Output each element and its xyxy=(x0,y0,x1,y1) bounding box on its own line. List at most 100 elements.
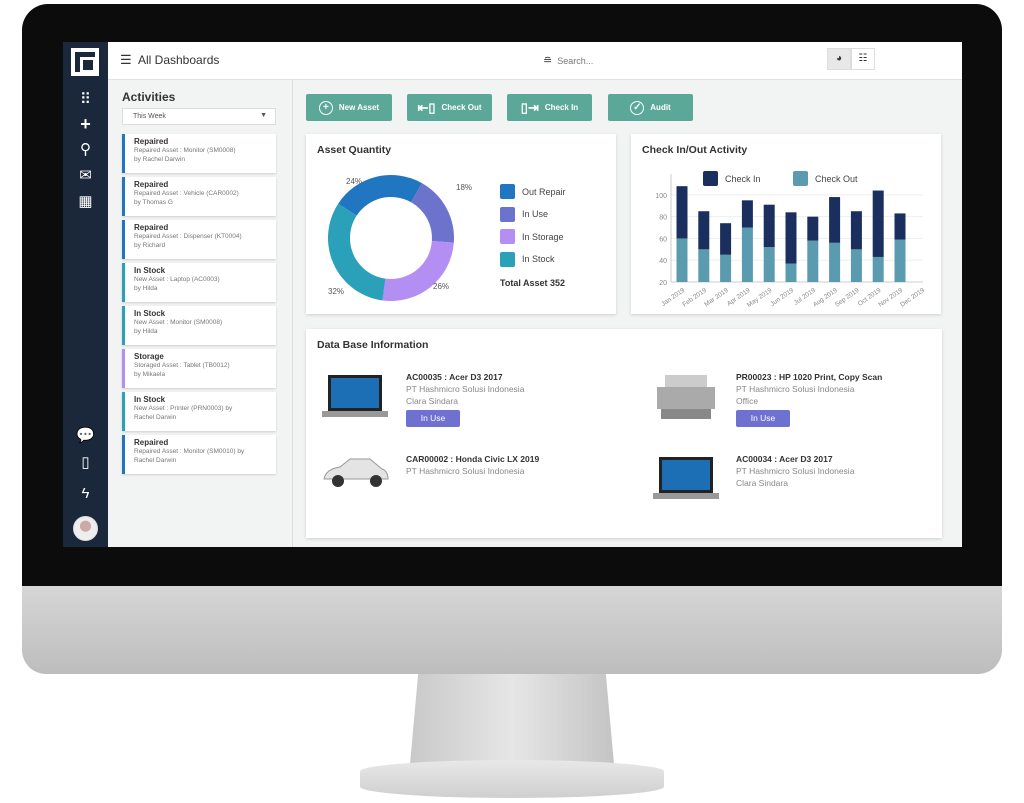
mail-icon[interactable]: ✉ xyxy=(63,166,108,184)
legend-label: Check Out xyxy=(815,174,858,184)
app-logo[interactable] xyxy=(71,48,99,76)
menu-icon[interactable]: ☰ xyxy=(120,52,132,68)
activity-card[interactable]: In Stock New Asset : Printer (PRN0003) by… xyxy=(122,392,276,431)
check-in-button[interactable]: ▯⇥ Check In xyxy=(507,94,592,121)
legend-label: In Storage xyxy=(522,231,564,242)
activity-card[interactable]: In Stock New Asset : Laptop (AC0003) by Hi… xyxy=(122,263,276,302)
asset-thumbnail[interactable] xyxy=(651,373,721,428)
bar-check-out[interactable] xyxy=(676,238,688,282)
audit-button[interactable]: ✓ Audit xyxy=(608,94,693,121)
x-tick-label: Jun 2019 xyxy=(769,287,795,308)
bar-check-out[interactable] xyxy=(807,240,819,282)
bar-check-out[interactable] xyxy=(741,227,753,282)
check-circle-icon: ✓ xyxy=(630,100,645,115)
legend-swatch xyxy=(500,251,515,267)
activity-card[interactable]: Repaired Repaired Asset : Vehicle (CAR000… xyxy=(122,177,276,216)
screen: ⠿ + ⚲ ✉ ▦ 💬 ▯ ϟ ☰ All Dashboards ≘ Searc… xyxy=(63,42,962,547)
bar-check-out[interactable] xyxy=(720,254,732,282)
activity-card[interactable]: Repaired Repaired Asset : Monitor (SM0010… xyxy=(122,435,276,474)
asset-company: PT Hashmicro Solusi Indonesia xyxy=(736,466,855,476)
asset-item[interactable]: AC00034 : Acer D3 2017 PT Hashmicro Solus… xyxy=(736,453,854,489)
activity-user: Rachel Darwin xyxy=(134,457,177,464)
new-asset-button[interactable]: + New Asset xyxy=(306,94,392,121)
legend-swatch xyxy=(793,171,808,186)
activity-card[interactable]: Storage Storaged Asset : Tablet (TB0012) b… xyxy=(122,349,276,388)
bar-check-in[interactable] xyxy=(676,186,688,239)
status-badge: In Use xyxy=(406,410,460,427)
asset-thumbnail[interactable] xyxy=(320,373,390,428)
search-input[interactable]: ≘ Search... xyxy=(543,54,593,67)
chat-icon[interactable]: 💬 xyxy=(63,426,108,444)
activity-card[interactable]: Repaired Repaired Asset : Dispenser (KT00… xyxy=(122,220,276,259)
list-view-button[interactable]: ☷ xyxy=(851,48,875,70)
legend-swatch xyxy=(703,171,718,186)
apps-icon[interactable]: ⠿ xyxy=(63,90,108,108)
asset-item[interactable]: PR00023 : HP 1020 Print, Copy Scan PT Has… xyxy=(736,371,882,427)
activities-panel: Activities This Week ▼ Repaired Repaired A… xyxy=(108,80,292,547)
legend-item: In Storage xyxy=(500,229,564,244)
calendar-icon[interactable]: ▦ xyxy=(63,192,108,210)
activity-detail: New Asset : Monitor (SM0008) xyxy=(134,319,223,326)
page-title: All Dashboards xyxy=(138,53,220,67)
bar-check-out[interactable] xyxy=(872,256,884,282)
period-select[interactable]: This Week ▼ xyxy=(122,108,276,125)
asset-owner: Clara Sindara xyxy=(406,396,458,406)
bar-check-out[interactable] xyxy=(785,263,797,282)
building-icon[interactable]: ▯ xyxy=(63,453,108,471)
legend-swatch xyxy=(500,206,515,222)
asset-item[interactable]: AC00035 : Acer D3 2017 PT Hashmicro Solus… xyxy=(406,371,524,427)
monitor-base xyxy=(360,760,664,798)
search-icon[interactable]: ⚲ xyxy=(63,140,108,158)
activity-card[interactable]: In Stock New Asset : Monitor (SM0008) by H… xyxy=(122,306,276,345)
sidebar: ⠿ + ⚲ ✉ ▦ 💬 ▯ ϟ xyxy=(63,42,108,547)
printer-image xyxy=(657,375,715,419)
x-tick-label: May 2019 xyxy=(746,287,774,309)
bar-check-in[interactable] xyxy=(872,190,884,257)
asset-title: AC00034 : Acer D3 2017 xyxy=(736,454,833,464)
y-tick-label: 60 xyxy=(659,236,667,243)
plus-icon[interactable]: + xyxy=(63,114,108,135)
bar-check-out[interactable] xyxy=(829,242,841,282)
donut-slice-in-stock[interactable] xyxy=(327,203,386,301)
activity-status: In Stock xyxy=(134,395,166,404)
car-image xyxy=(323,458,389,487)
bar-check-in[interactable] xyxy=(698,211,710,250)
check-out-icon: ⇤▯ xyxy=(417,99,436,115)
asset-title: PR00023 : HP 1020 Print, Copy Scan xyxy=(736,372,883,382)
asset-quantity-panel: Asset Quantity 24% 18% 26% 32% Out Repair In… xyxy=(306,134,616,314)
bar-check-in[interactable] xyxy=(807,216,819,241)
bar-check-out[interactable] xyxy=(763,247,775,282)
bar-check-in[interactable] xyxy=(785,212,797,264)
avatar[interactable] xyxy=(73,516,98,541)
total-asset: Total Asset 352 xyxy=(500,278,566,288)
bar-check-in[interactable] xyxy=(720,223,732,255)
donut-slice-in-storage[interactable] xyxy=(382,241,454,301)
y-tick-label: 40 xyxy=(659,258,667,265)
asset-thumbnail[interactable] xyxy=(320,453,390,498)
activity-detail: New Asset : Printer (PRN0003) by xyxy=(134,405,233,412)
bar-check-in[interactable] xyxy=(829,197,841,243)
legend-label: In Stock xyxy=(522,254,555,264)
legend-label: Out Repair xyxy=(522,186,566,197)
bar-check-out[interactable] xyxy=(698,249,710,282)
legend-item: In Stock xyxy=(500,251,555,267)
donut-slice-in-use[interactable] xyxy=(411,183,454,243)
activity-status: Repaired xyxy=(134,223,169,232)
bar-check-out[interactable] xyxy=(894,239,906,282)
asset-thumbnail[interactable] xyxy=(651,455,721,510)
activity-user: by Mikaela xyxy=(134,371,166,378)
check-out-button[interactable]: ⇤▯ Check Out xyxy=(407,94,492,121)
bar-check-out[interactable] xyxy=(850,249,862,282)
bar-check-in[interactable] xyxy=(894,213,906,240)
bar-check-in[interactable] xyxy=(763,204,775,248)
activity-status: Repaired xyxy=(134,180,169,189)
dashboard-view-button[interactable]: ◕ xyxy=(827,48,851,70)
bar-check-in[interactable] xyxy=(850,211,862,250)
activity-status: Repaired xyxy=(134,438,169,447)
activity-user: by Richard xyxy=(134,242,166,249)
bolt-icon[interactable]: ϟ xyxy=(63,485,108,502)
bar-check-in[interactable] xyxy=(741,200,753,228)
asset-item[interactable]: CAR00002 : Honda Civic LX 2019 PT Hashmic… xyxy=(406,453,539,477)
activity-card[interactable]: Repaired Repaired Asset : Monitor (SM0008… xyxy=(122,134,276,173)
plus-circle-icon: + xyxy=(318,100,333,115)
